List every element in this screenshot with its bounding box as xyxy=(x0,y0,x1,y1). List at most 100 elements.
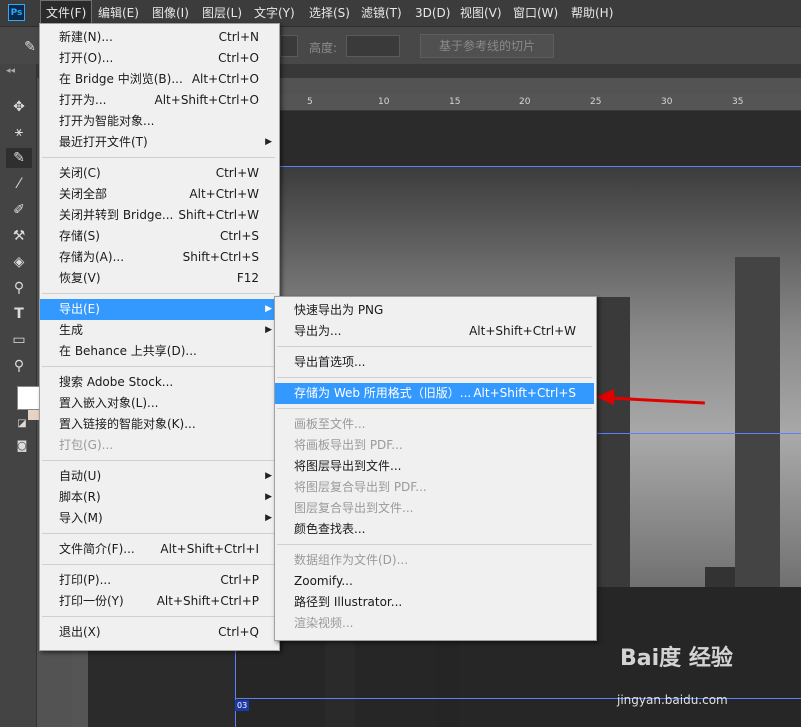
menu-item-e[interactable]: 导出(E) ▶ xyxy=(40,299,277,320)
menu-item-label: 置入链接的智能对象(K)... xyxy=(59,417,196,431)
menu-item-item[interactable]: 颜色查找表... xyxy=(275,519,594,540)
menu-item-l[interactable]: 置入嵌入对象(L)... xyxy=(40,393,277,414)
menu-item-f[interactable]: 文件简介(F)... Alt+Shift+Ctrl+I xyxy=(40,539,277,560)
menu-item-shortcut: Alt+Shift+Ctrl+W xyxy=(469,324,576,338)
menu-item-adobe-stock[interactable]: 搜索 Adobe Stock... xyxy=(40,372,277,393)
menu-item-item[interactable]: 生成 ▶ xyxy=(40,320,277,341)
foreground-color-swatch[interactable] xyxy=(17,386,41,410)
menu-item-k[interactable]: 置入链接的智能对象(K)... xyxy=(40,414,277,435)
move-tool-icon[interactable]: ✥ xyxy=(9,97,29,117)
slice-tool-icon[interactable]: ✎ xyxy=(6,148,32,168)
brush-icon[interactable]: ✐ xyxy=(9,200,29,220)
menu-item-label: 导出首选项... xyxy=(294,355,366,369)
menu-separator xyxy=(42,366,275,367)
menu-item-label: 打印一份(Y) xyxy=(59,594,124,608)
ruler-tick-label: 20 xyxy=(519,97,531,107)
menu-item-t[interactable]: 最近打开文件(T) ▶ xyxy=(40,132,277,153)
menu-item-item[interactable]: 导出为... Alt+Shift+Ctrl+W xyxy=(275,321,594,342)
menu-item-label: 脚本(R) xyxy=(59,490,101,504)
menu-item-shortcut: Ctrl+S xyxy=(219,229,259,243)
ruler-tick-label: 15 xyxy=(449,97,461,107)
swap-colors-icon[interactable]: ◪ xyxy=(12,414,32,434)
menu-item-s[interactable]: 存储(S) Ctrl+S xyxy=(40,226,277,247)
menu-item-label: 将画板导出到 PDF... xyxy=(294,438,403,452)
menu-item-web[interactable]: 存储为 Web 所用格式（旧版）... Alt+Shift+Ctrl+S xyxy=(275,383,594,404)
submenu-arrow-icon: ▶ xyxy=(265,137,272,147)
annotation-arrow-head-icon xyxy=(596,389,614,405)
menu-item-item: 渲染视频... xyxy=(275,613,594,634)
menu-item-a[interactable]: 存储为(A)... Shift+Ctrl+S xyxy=(40,247,277,268)
menu-3d-d[interactable]: 3D(D) xyxy=(410,0,455,26)
menu-item-item[interactable]: 关闭全部 Alt+Ctrl+W xyxy=(40,184,277,205)
menu-item-label: 关闭(C) xyxy=(59,166,101,180)
menu-item-pdf: 将图层复合导出到 PDF... xyxy=(275,477,594,498)
magic-wand-icon[interactable]: ⚹ xyxy=(9,122,29,142)
zoom-pen-icon[interactable]: ⚲ xyxy=(9,278,29,298)
rectangle-tool-icon[interactable]: ▭ xyxy=(9,330,29,350)
ruler-tick-label: 30 xyxy=(661,97,673,107)
menu-item-r[interactable]: 脚本(R) ▶ xyxy=(40,487,277,508)
menu-item-y[interactable]: 打印一份(Y) Alt+Shift+Ctrl+P xyxy=(40,591,277,612)
menu-item-item[interactable]: 将图层导出到文件... xyxy=(275,456,594,477)
menu-item-label: 数据组作为文件(D)... xyxy=(294,553,409,567)
slices-from-guides-button[interactable]: 基于参考线的切片 xyxy=(420,34,554,58)
menu-item-label: 自动(U) xyxy=(59,469,102,483)
menu-w[interactable]: 窗口(W) xyxy=(508,0,563,26)
menu-item-behance-d[interactable]: 在 Behance 上共享(D)... xyxy=(40,341,277,362)
menu-item-label: 关闭并转到 Bridge... xyxy=(59,208,174,222)
menu-item-x[interactable]: 退出(X) Ctrl+Q xyxy=(40,622,277,643)
menu-item-item[interactable]: 打开为... Alt+Shift+Ctrl+O xyxy=(40,90,277,111)
clone-stamp-icon[interactable]: ⚒ xyxy=(9,226,29,246)
menu-item-zoomify[interactable]: Zoomify... xyxy=(275,571,594,592)
ruler-tick-label: 35 xyxy=(732,97,744,107)
menu-item-png[interactable]: 快速导出为 PNG xyxy=(275,300,594,321)
file-menu: 新建(N)... Ctrl+N 打开(O)... Ctrl+O 在 Bridge 中浏览… xyxy=(39,23,280,651)
collapse-icon[interactable]: ◂◂ xyxy=(6,66,15,76)
menu-item-p[interactable]: 打印(P)... Ctrl+P xyxy=(40,570,277,591)
menu-item-m[interactable]: 导入(M) ▶ xyxy=(40,508,277,529)
menu-item-label: 恢复(V) xyxy=(59,271,101,285)
menu-item-illustrator[interactable]: 路径到 Illustrator... xyxy=(275,592,594,613)
menu-v[interactable]: 视图(V) xyxy=(455,0,507,26)
menu-separator xyxy=(277,544,592,545)
menu-item-shortcut: Alt+Shift+Ctrl+O xyxy=(154,93,259,107)
menu-s[interactable]: 选择(S) xyxy=(304,0,355,26)
menu-item-label: 将图层复合导出到 PDF... xyxy=(294,480,427,494)
menu-item-u[interactable]: 自动(U) ▶ xyxy=(40,466,277,487)
zoom-tool-icon[interactable]: ⚲ xyxy=(9,356,29,376)
menu-separator xyxy=(277,377,592,378)
menu-t[interactable]: 滤镜(T) xyxy=(356,0,407,26)
height-field[interactable] xyxy=(346,35,400,57)
menu-item-shortcut: F12 xyxy=(236,271,259,285)
eyedropper-icon[interactable]: ⁄ xyxy=(9,174,29,194)
menu-item-item[interactable]: 导出首选项... xyxy=(275,352,594,373)
menu-separator xyxy=(42,460,275,461)
menu-separator xyxy=(42,564,275,565)
menu-item-label: 颜色查找表... xyxy=(294,522,366,536)
menu-item-shortcut: Ctrl+W xyxy=(215,166,259,180)
menu-item-label: 渲染视频... xyxy=(294,616,354,630)
menu-item-label: 快速导出为 PNG xyxy=(294,303,384,317)
ruler-tick-label: 5 xyxy=(307,97,313,107)
menu-item-item: 图层复合导出到文件... xyxy=(275,498,594,519)
slice-tool-icon[interactable]: ✎ xyxy=(20,37,40,57)
height-label: 高度: xyxy=(309,41,338,55)
menu-item-bridge[interactable]: 关闭并转到 Bridge... Shift+Ctrl+W xyxy=(40,205,277,226)
menu-item-v[interactable]: 恢复(V) F12 xyxy=(40,268,277,289)
ruler-tick-label: 25 xyxy=(590,97,602,107)
menu-item-item[interactable]: 打开为智能对象... xyxy=(40,111,277,132)
width-field[interactable] xyxy=(280,35,298,57)
menu-item-label: 文件简介(F)... xyxy=(59,542,135,556)
menu-h[interactable]: 帮助(H) xyxy=(566,0,618,26)
menu-item-label: 存储(S) xyxy=(59,229,100,243)
menu-item-label: 在 Bridge 中浏览(B)... xyxy=(59,72,183,86)
menu-item-o[interactable]: 打开(O)... Ctrl+O xyxy=(40,48,277,69)
paint-bucket-icon[interactable]: ◈ xyxy=(9,252,29,272)
type-tool-icon[interactable]: T xyxy=(9,304,29,324)
menu-item-item: 画板至文件... xyxy=(275,414,594,435)
menu-item-c[interactable]: 关闭(C) Ctrl+W xyxy=(40,163,277,184)
quick-mask-icon[interactable]: ◙ xyxy=(12,436,32,456)
menu-item-n[interactable]: 新建(N)... Ctrl+N xyxy=(40,27,277,48)
menu-item-bridge-b[interactable]: 在 Bridge 中浏览(B)... Alt+Ctrl+O xyxy=(40,69,277,90)
menu-item-label: 打印(P)... xyxy=(59,573,112,587)
